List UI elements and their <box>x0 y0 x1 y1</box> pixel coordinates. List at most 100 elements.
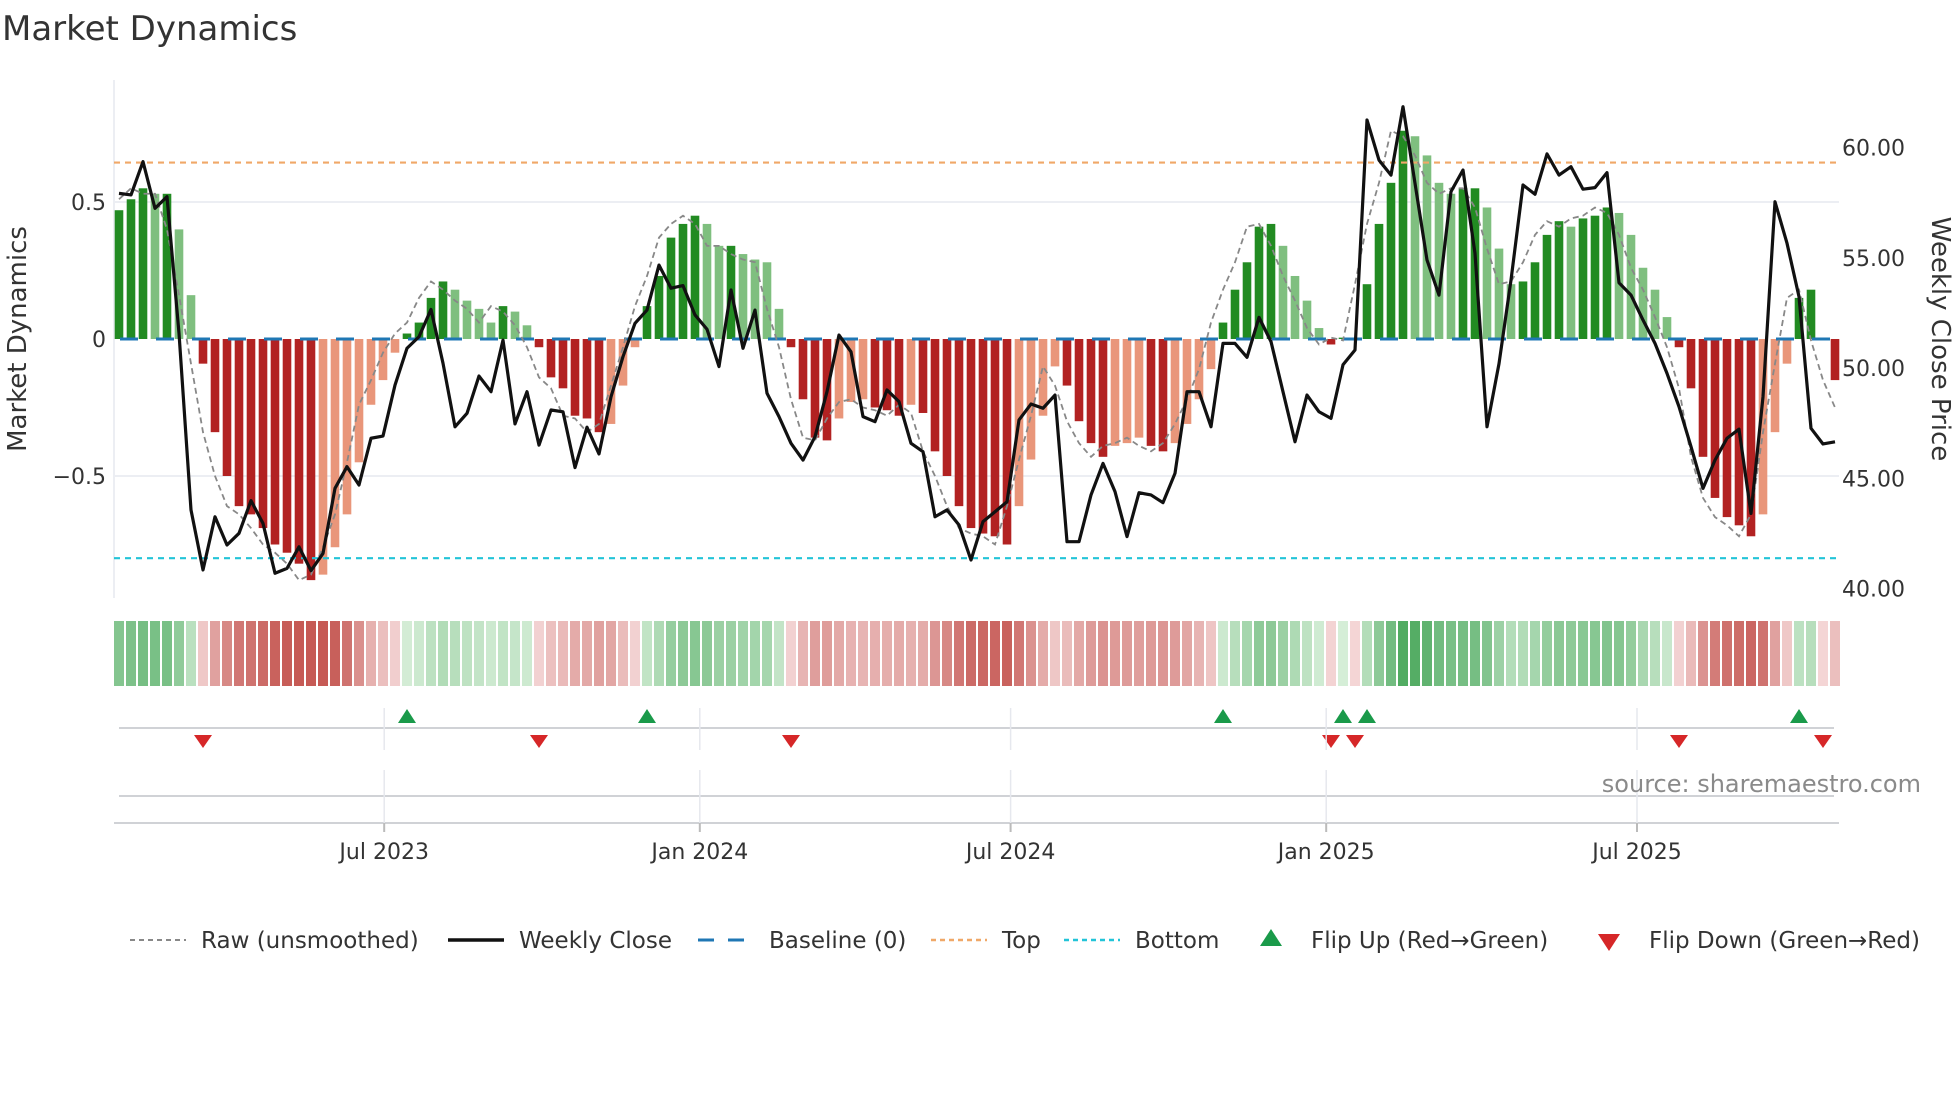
flip-down-marker <box>1814 735 1832 748</box>
bar <box>1650 289 1660 339</box>
legend-top-label: Top <box>1001 928 1041 954</box>
bar <box>858 339 868 400</box>
heat-strip-cell <box>1026 621 1036 686</box>
bar <box>1206 339 1216 370</box>
bar <box>1374 223 1384 339</box>
heat-strip-cell <box>1794 621 1804 686</box>
heat-strip-cell <box>558 621 568 686</box>
legend-baseline-label: Baseline (0) <box>769 928 906 954</box>
bar <box>1230 289 1240 339</box>
bar <box>1806 289 1816 339</box>
heat-strip-cell <box>978 621 988 686</box>
heat-strip-cell <box>1494 621 1504 686</box>
flip-up-marker <box>1214 709 1232 723</box>
heat-strip-cell <box>1602 621 1612 686</box>
market-dynamics-chart: Market Dynamics Jul 2023 Jan 2024 Jul 2024… <box>2 9 1955 954</box>
heat-strip-cell <box>822 621 832 686</box>
heat-strip-cell <box>126 621 136 686</box>
heat-strip-cell <box>1122 621 1132 686</box>
heat-strip-cell <box>1290 621 1300 686</box>
legend-flipup-label: Flip Up (Red→Green) <box>1311 928 1548 954</box>
heat-strip-cell <box>318 621 328 686</box>
heat-strip-cell <box>1590 621 1600 686</box>
heat-strip-cell <box>1782 621 1792 686</box>
y2-tick-label: 60.00 <box>1842 137 1905 162</box>
legend-close-label: Weekly Close <box>519 928 672 954</box>
heat-strip-cell <box>1362 621 1372 686</box>
bar <box>222 339 232 476</box>
heat-strip-cell <box>630 621 640 686</box>
bar <box>438 281 448 339</box>
heat-strip-cell <box>690 621 700 686</box>
bar <box>1542 234 1552 339</box>
heat-strip-cell <box>1638 621 1648 686</box>
heat-strip-cell <box>1014 621 1024 686</box>
heat-strip-cell <box>846 621 856 686</box>
flip-up-marker <box>398 709 416 723</box>
bar <box>1782 339 1792 364</box>
bar <box>522 325 532 339</box>
bar <box>582 339 592 419</box>
heat-strip-cell <box>1326 621 1336 686</box>
heat-strip-cell <box>1062 621 1072 686</box>
heat-strip-cell <box>1830 621 1840 686</box>
heat-strip-cell <box>222 621 232 686</box>
heat-strip-cell <box>1674 621 1684 686</box>
heat-strip-cell <box>1458 621 1468 686</box>
y2-axis-label: Weekly Close Price <box>1925 217 1955 462</box>
heat-strip-cell <box>462 621 472 686</box>
heat-strip-cell <box>174 621 184 686</box>
heat-strip-cell <box>906 621 916 686</box>
heat-strip-cell <box>942 621 952 686</box>
bar <box>1830 339 1840 381</box>
heat-strip-cell <box>726 621 736 686</box>
heat-strip-cell <box>1386 621 1396 686</box>
heat-strip-cell <box>198 621 208 686</box>
heat-strip-cell <box>1398 621 1408 686</box>
heat-strip-cell <box>210 621 220 686</box>
bar <box>186 295 196 339</box>
bar <box>1218 322 1228 339</box>
flip-down-marker <box>194 735 212 748</box>
bar <box>870 339 880 408</box>
heat-strip-cell <box>1110 621 1120 686</box>
bar <box>990 339 1000 537</box>
y-axis-label: Market Dynamics <box>3 226 33 452</box>
bar <box>1590 215 1600 339</box>
heat-strip-cell <box>510 621 520 686</box>
heat-strip-cell <box>1302 621 1312 686</box>
bar <box>954 339 964 507</box>
heat-strip-cell <box>1542 621 1552 686</box>
heat-strip-cell <box>1074 621 1084 686</box>
bar <box>798 339 808 400</box>
bar <box>474 308 484 339</box>
heat-strip-cell <box>654 621 664 686</box>
bar <box>1602 207 1612 339</box>
heat-strip-cell <box>150 621 160 686</box>
heat-strip-cell <box>366 621 376 686</box>
bar <box>510 311 520 339</box>
heat-strip-cell <box>522 621 532 686</box>
heat-strip-cell <box>474 621 484 686</box>
bar <box>1242 262 1252 339</box>
heat-strip-cell <box>1698 621 1708 686</box>
heat-strip-cell <box>330 621 340 686</box>
heat-strip-cell <box>594 621 604 686</box>
heat-strip-cell <box>1374 621 1384 686</box>
bar <box>1050 339 1060 367</box>
heat-strip-cell <box>1710 621 1720 686</box>
heat-strip-cell <box>138 621 148 686</box>
heat-strip-cell <box>702 621 712 686</box>
flip-up-marker <box>1790 709 1808 723</box>
bar <box>918 339 928 413</box>
bar <box>1530 262 1540 339</box>
y-tick-label: −0.5 <box>53 465 106 490</box>
legend-flip-up-icon <box>1260 929 1282 946</box>
heat-strip-cell <box>870 621 880 686</box>
bar <box>1626 234 1636 339</box>
bar <box>1086 339 1096 444</box>
heat-strip-cell <box>270 621 280 686</box>
bar <box>1710 339 1720 498</box>
bar <box>906 339 916 405</box>
bar <box>558 339 568 389</box>
